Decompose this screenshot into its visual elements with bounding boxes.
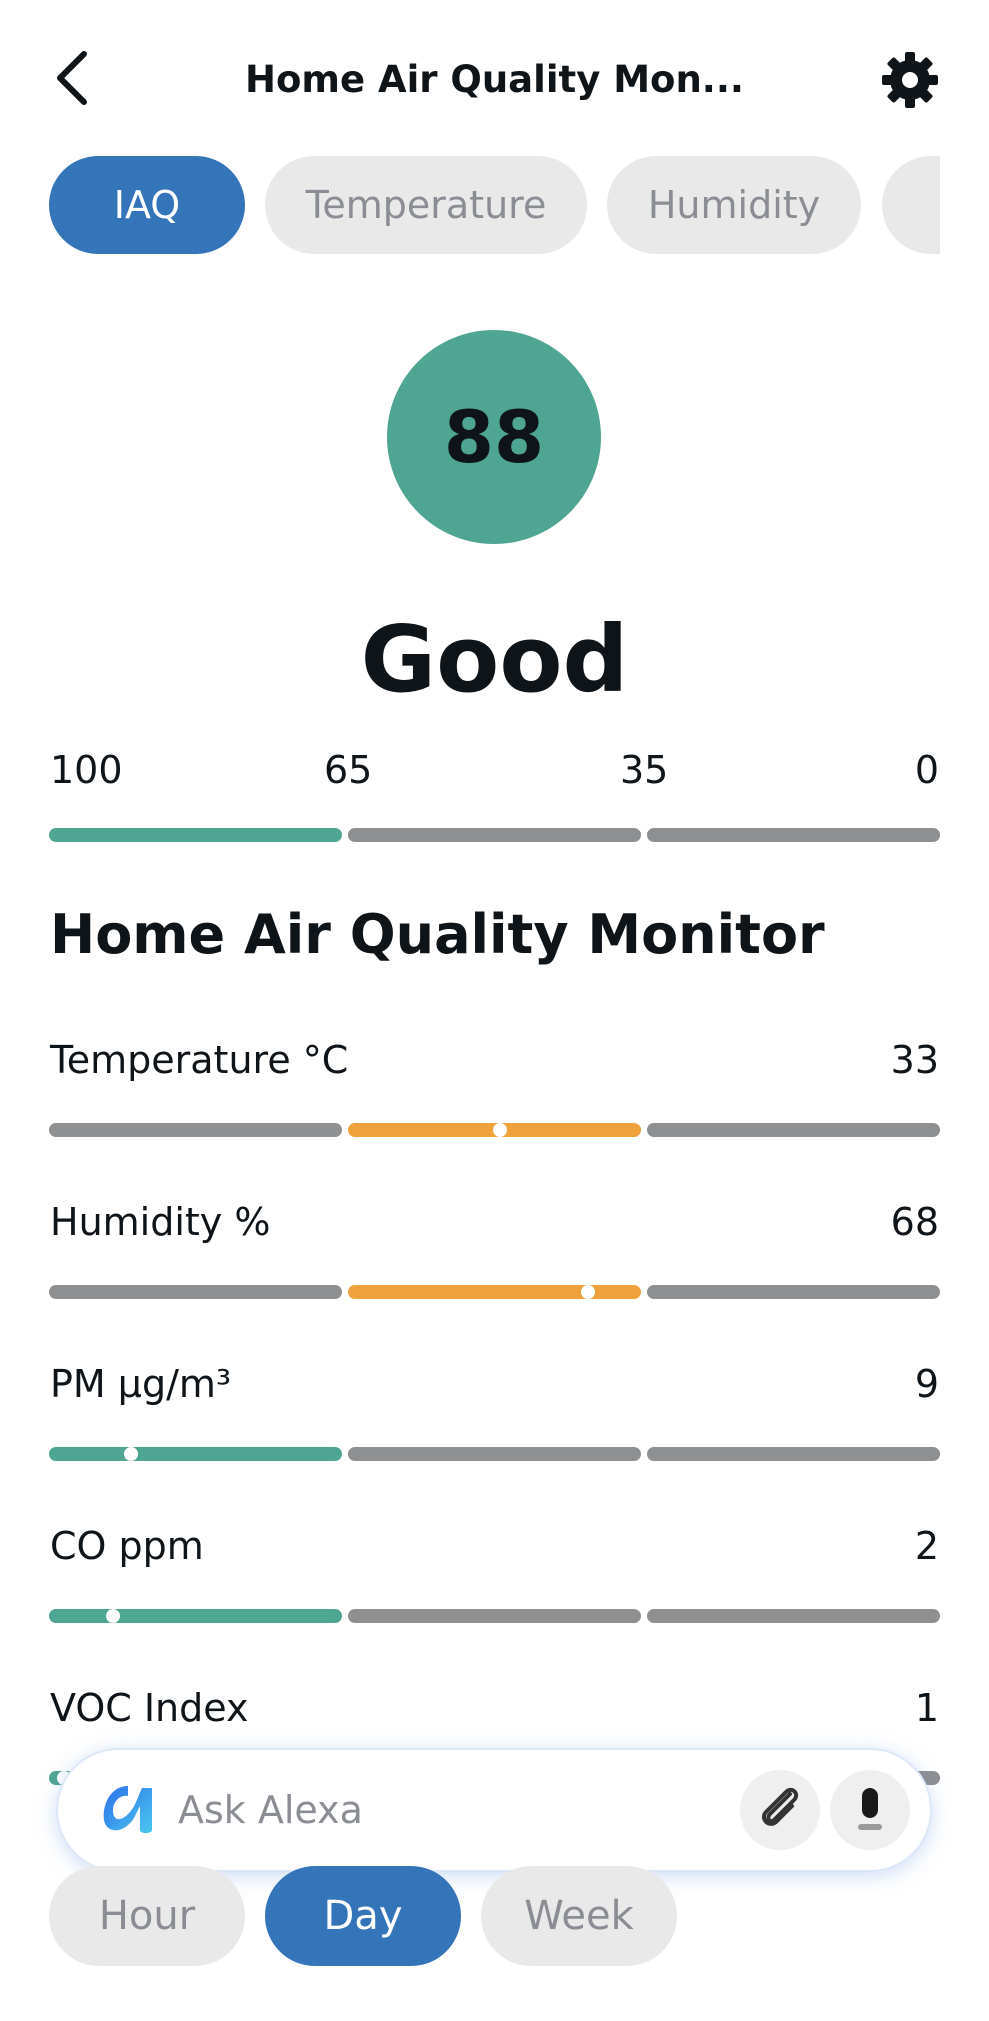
range-week[interactable]: Week (481, 1866, 677, 1966)
metric-label: Temperature °C (50, 1038, 349, 1082)
metric-value: 33 (890, 1038, 939, 1082)
gear-icon[interactable] (880, 50, 940, 110)
metric-bar-segment (647, 1609, 940, 1623)
metric-value: 9 (914, 1362, 939, 1406)
metric-bar-segment (49, 1123, 342, 1137)
tab-strip: IAQ Temperature Humidity (0, 156, 940, 254)
metric-label: PM µg/m³ (50, 1362, 232, 1406)
metric-bar-segment (348, 1285, 641, 1299)
paperclip-icon (761, 1787, 799, 1826)
microphone-icon (858, 1788, 882, 1830)
scale-label-35: 35 (620, 748, 669, 792)
iaq-scale-segment-good (49, 828, 342, 842)
tab-iaq[interactable]: IAQ (49, 156, 245, 254)
metric-label: VOC Index (50, 1686, 249, 1730)
iaq-score-circle: 88 (387, 330, 601, 544)
metric-value: 2 (914, 1524, 939, 1568)
back-chevron-icon[interactable] (48, 48, 100, 108)
page-title: Home Air Quality Mon... (245, 58, 744, 101)
iaq-scale-segment-poor (647, 828, 940, 842)
metric-bar-segment (49, 1447, 342, 1461)
section-title: Home Air Quality Monitor (50, 903, 825, 966)
iaq-scale-segment-moderate (348, 828, 641, 842)
tab-temperature[interactable]: Temperature (265, 156, 587, 254)
metric-marker (124, 1447, 139, 1461)
metric-value: 1 (914, 1686, 939, 1730)
metric-label: CO ppm (50, 1524, 204, 1568)
ask-alexa-input[interactable]: Ask Alexa (178, 1786, 363, 1834)
tab-humidity[interactable]: Humidity (607, 156, 861, 254)
metric-label: Humidity % (50, 1200, 271, 1244)
iaq-rating: Good (360, 606, 629, 713)
microphone-button[interactable] (830, 1770, 910, 1850)
alexa-logo-icon (103, 1786, 152, 1833)
metric-bar-segment (348, 1609, 641, 1623)
range-day[interactable]: Day (265, 1866, 461, 1966)
metric-bar-segment (647, 1123, 940, 1137)
metric-value: 68 (890, 1200, 939, 1244)
metric-bar-segment (348, 1447, 641, 1461)
tab-more[interactable] (882, 156, 940, 254)
scale-label-100: 100 (50, 748, 123, 792)
range-hour[interactable]: Hour (49, 1866, 245, 1966)
metric-bar-segment (49, 1609, 342, 1623)
scale-label-0: 0 (914, 748, 939, 792)
metric-bar-segment (49, 1285, 342, 1299)
metric-bar-segment (647, 1285, 940, 1299)
attach-button[interactable] (740, 1770, 820, 1850)
metric-bar-segment (647, 1447, 940, 1461)
scale-label-65: 65 (324, 748, 373, 792)
